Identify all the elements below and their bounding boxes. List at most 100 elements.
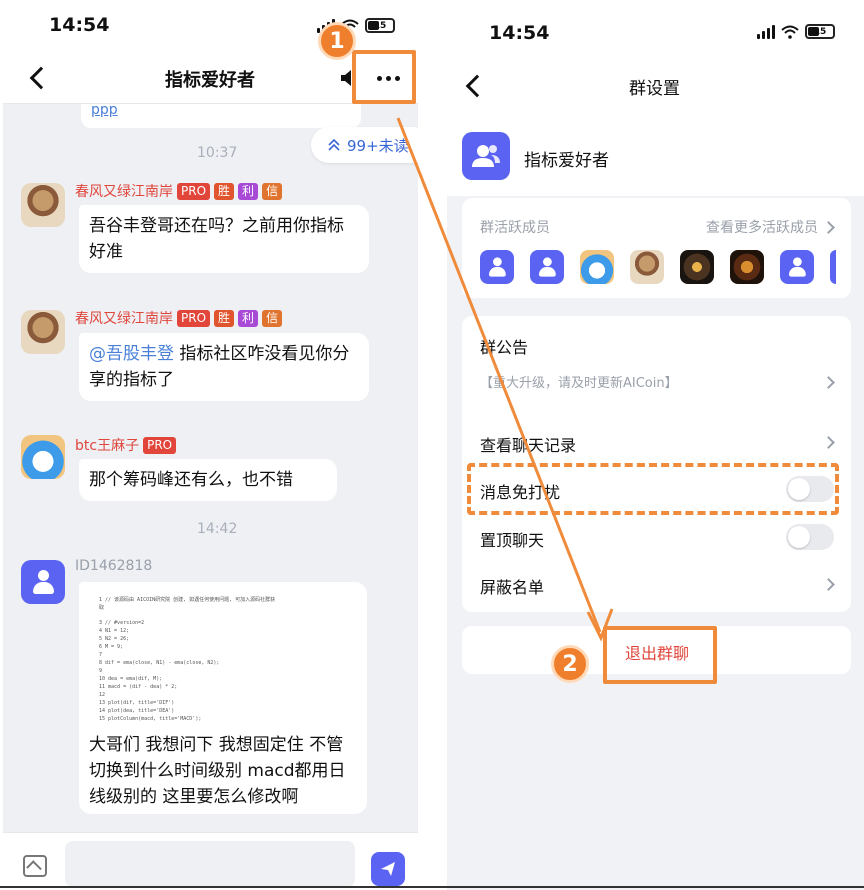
member-avatar[interactable] [730,250,764,284]
avatar[interactable] [21,560,65,604]
chat-history-item[interactable]: 查看聊天记录 [480,432,576,456]
avatar[interactable] [21,310,65,354]
chevron-right-icon [822,578,835,591]
user-icon [30,569,56,595]
message-input[interactable] [65,841,355,887]
highlight-more-button [352,50,416,104]
battery-icon: 15 [365,18,395,33]
wifi-icon [781,25,799,39]
highlight-mute-row [467,463,839,515]
highlight-exit-button [603,626,717,684]
li-badge: 利 [238,182,259,200]
send-button[interactable] [371,852,405,886]
settings-header: 14:54 15 群设置 [447,0,864,118]
group-info: 指标爱好者 [447,118,864,196]
code-line: 14 plot(dea, title='DEA') [99,708,175,714]
code-line: 1 // 该源码由 AICOIN研究院 创建, 如遇任何使用问题, 可加入源码社… [99,597,276,603]
code-line: 7 [99,652,103,658]
member-avatar[interactable] [780,250,814,284]
previous-message-bubble: ppp [81,102,361,128]
xin-badge: 信 [262,182,283,200]
avatar[interactable] [21,435,65,479]
screenshot-root: 14:54 15 指标爱好者 ppp 99+未读 10:37 春风又绿江南岸 P… [0,0,864,890]
message-text: 大哥们 我想问下 我想固定住 不管切换到什么时间级别 macd都用日线级别的 这… [89,735,346,807]
active-members-card: 群活跃成员 查看更多活跃成员 [462,198,851,298]
code-line: 13 plot(dif, title='DIF') [99,700,175,706]
step-2-marker: 2 [551,645,589,683]
chevron-right-icon [822,436,835,449]
li-badge: 利 [238,309,259,327]
message-sender[interactable]: ID1462818 [75,558,152,574]
message-sender[interactable]: 春风又绿江南岸 PRO 胜 利 信 [75,308,283,328]
member-avatar[interactable] [630,250,664,284]
image-icon[interactable] [23,855,47,877]
code-line: 6 M = 9; [99,644,124,650]
member-avatar[interactable] [680,250,714,284]
avatar[interactable] [21,183,65,227]
message-bubble[interactable]: @吾股丰登 指标社区咋没看见你分享的指标了 [79,333,369,401]
code-line: 12 [99,692,106,698]
message-bubble[interactable]: 吾谷丰登哥还在吗？之前用你指标好准 [79,205,369,273]
back-icon[interactable] [465,74,489,98]
code-line: 4 N1 = 12; [99,628,130,634]
code-line: 9 [99,668,103,674]
code-line: 15 plotColumn(macd, title='MACD'); [99,716,202,722]
code-line: 取 [99,605,105,611]
code-screenshot[interactable]: 1 // 该源码由 AICOIN研究院 创建, 如遇任何使用问题, 可加入源码社… [91,590,341,726]
code-line: 10 dea = ema(dif, M); [99,676,163,682]
unread-indicator[interactable]: 99+未读 [311,127,418,163]
group-settings-screen: 14:54 15 群设置 指标爱好者 群活跃成员 查看更多活跃成员 群公告 【重… [447,0,864,890]
signal-icon [757,24,775,39]
previous-message-link[interactable]: ppp [91,102,118,118]
code-line: 8 dif = ema(close, N1) - ema(close, N2); [99,660,220,666]
block-list-item[interactable]: 屏蔽名单 [480,574,544,598]
xin-badge: 信 [262,309,283,327]
pro-badge: PRO [177,309,211,327]
sender-name: btc王麻子 [75,438,140,454]
announcement-text[interactable]: 【重大升级，请及时更新AICoin】 [480,372,678,391]
timestamp: 14:42 [197,521,238,537]
pro-badge: PRO [143,436,177,454]
pro-badge: PRO [177,182,211,200]
status-time: 14:54 [49,14,110,36]
status-bar: 14:54 15 [3,0,418,52]
group-avatar [462,132,510,180]
battery-icon: 15 [805,24,835,39]
member-avatar[interactable] [530,250,564,284]
message-sender[interactable]: 春风又绿江南岸 PRO 胜 利 信 [75,181,283,201]
active-members-label: 群活跃成员 [480,220,550,236]
unread-label: 99+未读 [347,136,409,155]
member-avatar[interactable] [580,250,614,284]
message-sender[interactable]: btc王麻子 PRO [75,435,177,455]
chevron-right-icon [822,221,835,234]
back-icon[interactable] [29,66,53,90]
status-time: 14:54 [489,22,550,44]
code-line: 11 macd = (dif - dea) * 2; [99,684,178,690]
member-avatar[interactable] [480,250,514,284]
announcement-title[interactable]: 群公告 [480,334,528,358]
status-icons: 15 [757,24,835,39]
code-line: 3 // #version=2 [99,620,145,626]
group-name: 指标爱好者 [524,151,609,171]
settings-title: 群设置 [629,79,680,99]
chat-screen: 14:54 15 指标爱好者 ppp 99+未读 10:37 春风又绿江南岸 P… [3,0,418,890]
step-1-marker: 1 [318,22,356,60]
chevron-right-icon [822,376,835,389]
message-bubble[interactable]: 那个筹码峰还有么，也不错 [79,459,337,501]
pin-toggle[interactable] [786,524,834,550]
pin-label: 置顶聊天 [480,531,545,550]
sender-name: 春风又绿江南岸 [75,311,173,327]
code-line: 5 N2 = 26; [99,636,130,642]
chat-title: 指标爱好者 [165,70,255,91]
mention-link[interactable]: @吾股丰登 [89,344,174,364]
more-members-link[interactable]: 查看更多活跃成员 [706,217,818,237]
sender-name: ID1462818 [75,558,153,574]
member-avatar[interactable] [830,250,836,284]
sender-name: 春风又绿江南岸 [75,184,173,200]
timestamp: 10:37 [197,145,238,161]
divider [0,886,864,888]
double-chevron-up-icon [328,138,340,151]
send-icon [381,862,395,876]
group-icon [472,145,500,167]
sheng-badge: 胜 [214,309,235,327]
